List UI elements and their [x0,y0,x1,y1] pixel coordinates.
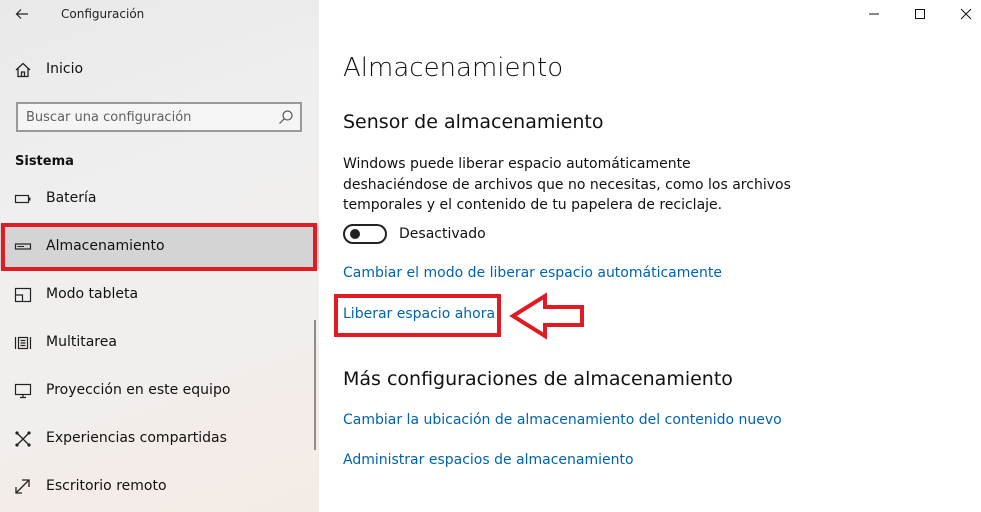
search-box[interactable] [16,102,302,132]
more-storage-settings-heading: Más configuraciones de almacenamiento [343,368,733,390]
sidebar: Configuración Inicio Sistema Batería Alm… [0,0,319,512]
battery-icon [14,194,31,204]
sidebar-item-projection[interactable]: Proyección en este equipo [0,368,319,414]
toggle-state-label: Desactivado [399,226,486,242]
sidebar-item-label: Batería [46,190,97,206]
sidebar-item-label: Multitarea [46,334,117,350]
sidebar-item-remote-desktop[interactable]: Escritorio remoto [0,464,319,510]
page-title: Almacenamiento [343,53,564,83]
minimize-button[interactable] [851,0,897,28]
change-cleanup-mode-link[interactable]: Cambiar el modo de liberar espacio autom… [343,265,722,281]
sidebar-item-battery[interactable]: Batería [0,176,319,222]
back-arrow-icon [15,9,28,19]
change-save-location-link[interactable]: Cambiar la ubicación de almacenamiento d… [343,412,782,428]
sidebar-item-tablet-mode[interactable]: Modo tableta [0,272,319,318]
storage-icon [14,243,32,250]
sidebar-item-multitasking[interactable]: Multitarea [0,320,319,366]
manage-storage-spaces-link[interactable]: Administrar espacios de almacenamiento [343,452,634,468]
sidebar-item-storage[interactable]: Almacenamiento [0,224,319,270]
storage-sense-toggle[interactable] [343,224,387,244]
multitasking-icon [14,336,32,350]
maximize-button[interactable] [897,0,943,28]
sidebar-scrollbar[interactable] [314,320,316,450]
storage-sense-heading: Sensor de almacenamiento [343,111,604,133]
maximize-icon [915,9,925,19]
remote-desktop-icon [15,479,30,494]
free-space-now-link[interactable]: Liberar espacio ahora [343,306,495,322]
shared-experiences-icon [15,431,31,447]
home-icon [15,62,31,78]
sidebar-item-label: Proyección en este equipo [46,382,231,398]
tablet-mode-icon [14,287,32,303]
sidebar-item-label: Escritorio remoto [46,478,167,494]
close-icon [960,8,972,20]
sidebar-item-shared-experiences[interactable]: Experiencias compartidas [0,416,319,462]
title-bar: Configuración [0,0,319,30]
sidebar-item-label: Almacenamiento [46,238,165,254]
toggle-knob [350,229,360,239]
sidebar-item-label: Modo tableta [46,286,139,302]
search-icon[interactable] [278,109,294,125]
sidebar-item-label: Experiencias compartidas [46,430,227,446]
sidebar-item-label: Inicio [46,61,84,77]
annotation-arrow-icon [509,292,584,340]
sidebar-item-home[interactable]: Inicio [0,52,319,88]
search-input[interactable] [26,108,276,126]
projection-icon [14,383,32,399]
window-title: Configuración [61,7,145,21]
storage-sense-description: Windows puede liberar espacio automática… [343,156,791,213]
minimize-icon [869,13,879,15]
close-button[interactable] [943,0,981,28]
section-title: Sistema [15,154,74,169]
back-button[interactable] [9,2,35,26]
